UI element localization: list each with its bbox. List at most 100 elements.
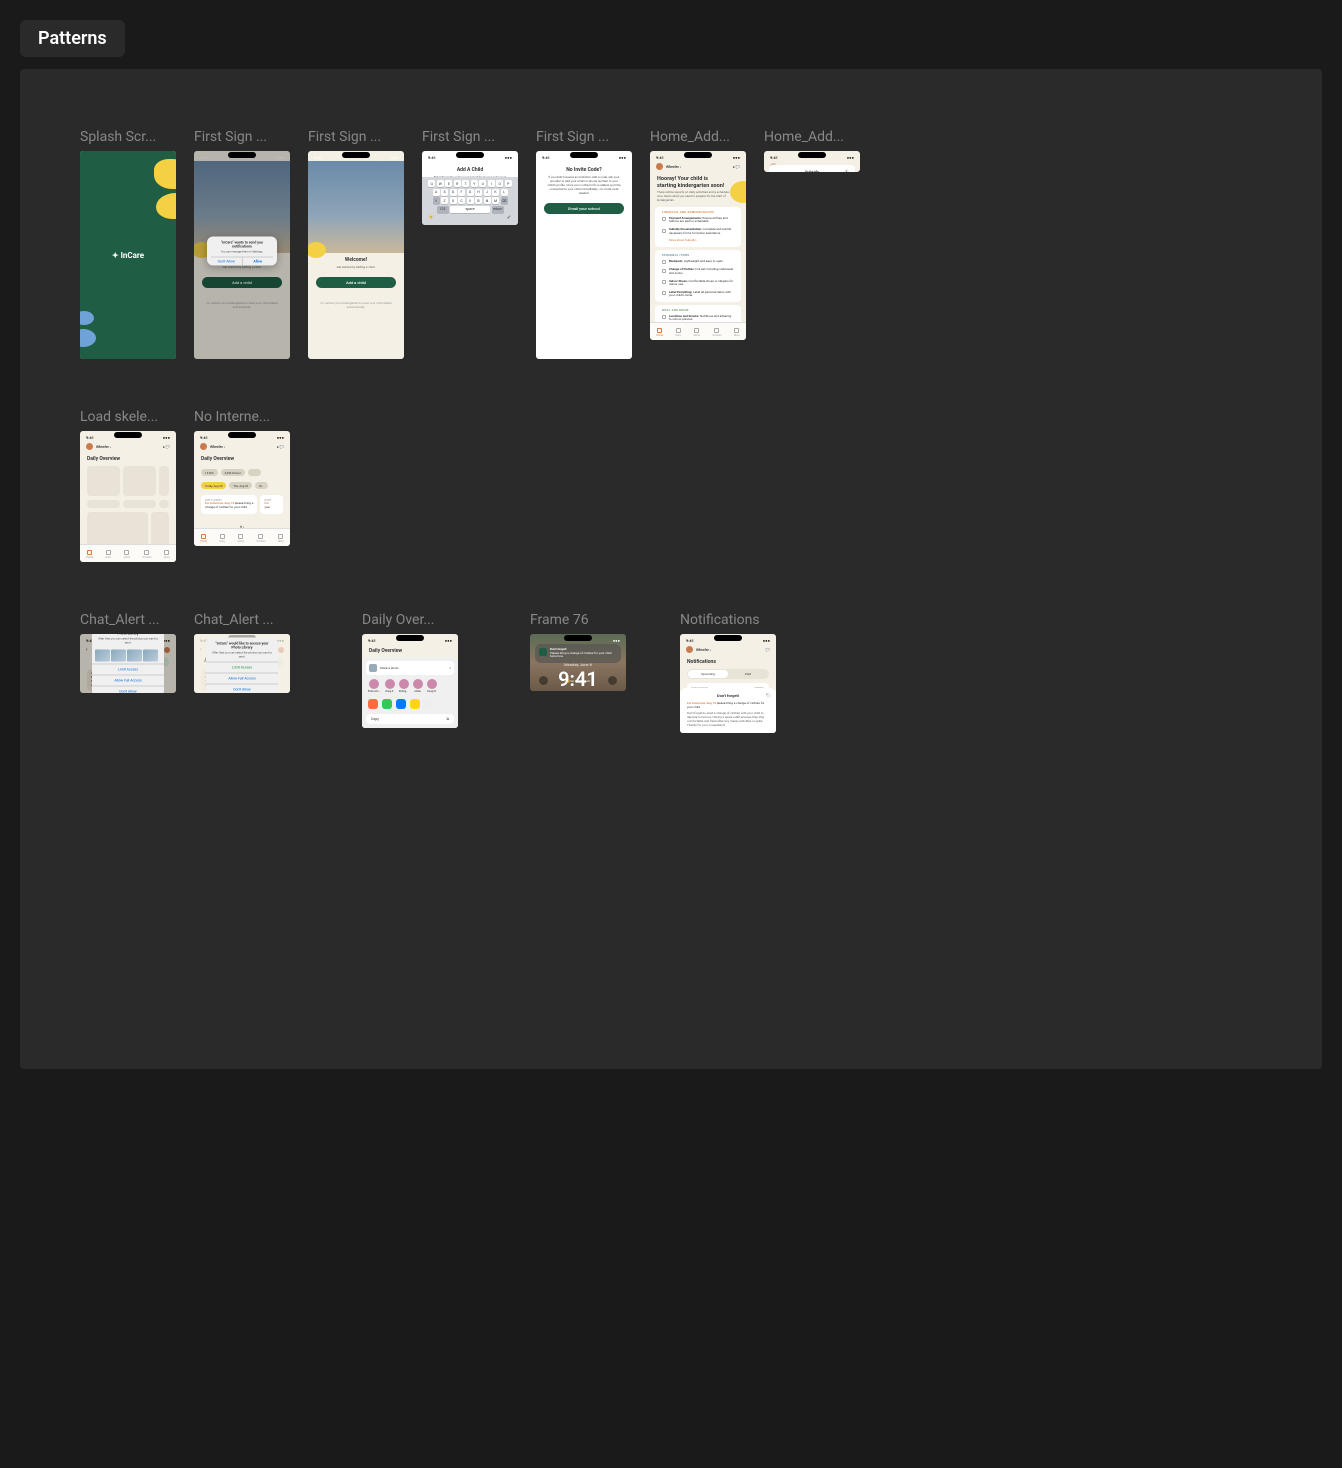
- key-n[interactable]: N: [484, 197, 491, 204]
- key-o[interactable]: O: [496, 180, 503, 187]
- contact[interactable]: Erika Ann...: [368, 679, 381, 693]
- tab-home[interactable]: Home: [86, 550, 93, 559]
- key-h[interactable]: H: [475, 189, 482, 196]
- frame-home-add-2[interactable]: Home_Add... 9:41●●● Wheeler › Subsidy× S…: [764, 129, 860, 172]
- key-s[interactable]: S: [441, 189, 448, 196]
- tab-home[interactable]: Home: [200, 534, 207, 543]
- key-r[interactable]: R: [454, 180, 461, 187]
- close-icon[interactable]: ×: [844, 169, 849, 172]
- key-d[interactable]: D: [450, 189, 457, 196]
- frame-daily-share[interactable]: Daily Over... 9:41●●● Daily Overview Tod…: [362, 612, 458, 728]
- frame-skeleton[interactable]: Load skele... 9:41●●● Wheeler ›● 💬 Daily…: [80, 409, 176, 562]
- frame-76[interactable]: Frame 76 ●●● Monday, June 6 9:41 Don't f…: [530, 612, 626, 691]
- key-l[interactable]: L: [501, 189, 508, 196]
- app-icon[interactable]: [368, 699, 378, 709]
- lock-notification[interactable]: Don't forget!Please bring a change of cl…: [535, 644, 621, 663]
- key-c[interactable]: C: [458, 197, 465, 204]
- frame-chat-alert-2[interactable]: Chat_Alert ... 9:41●●● ‹Admin She's so e…: [194, 612, 290, 693]
- key-i[interactable]: I: [488, 180, 495, 187]
- tab-upcoming[interactable]: Upcoming: [688, 670, 728, 678]
- key-y[interactable]: Y: [471, 180, 478, 187]
- key-j[interactable]: J: [484, 189, 491, 196]
- day-chip[interactable]: Thu, Aug 29: [229, 482, 252, 489]
- phone-dailyshare: 9:41●●● Daily Overview Today, Aug 30 Sha…: [362, 634, 458, 728]
- frame-signin-1[interactable]: First Sign ... 9:41●●● Welcome! Get star…: [194, 129, 290, 359]
- key-w[interactable]: W: [437, 180, 444, 187]
- tab-home[interactable]: Home: [656, 328, 663, 337]
- keyboard[interactable]: QWERTYUIOP ASDFGHJKL ⇧ZXCVBNM⌫ 123spacer…: [422, 177, 518, 225]
- tab-alerts[interactable]: Alerts: [237, 534, 244, 543]
- key-k[interactable]: K: [492, 189, 499, 196]
- frame-label: Splash Scr...: [80, 129, 176, 147]
- app-icon[interactable]: [396, 699, 406, 709]
- tab-alerts[interactable]: Alerts: [123, 550, 130, 559]
- contact[interactable]: Rodrig...: [399, 679, 409, 693]
- app-icon[interactable]: [382, 699, 392, 709]
- phone-splash: ✦ InCare: [80, 151, 176, 359]
- alert-allow[interactable]: Allow: [243, 257, 274, 265]
- checklist-item[interactable]: Backpack: Lightweight and easy to open.: [655, 258, 741, 267]
- camera-icon[interactable]: [608, 676, 617, 685]
- frame-chat-alert-1[interactable]: Chat_Alert ... 9:41●●● ‹Admin She's so e…: [80, 612, 176, 693]
- key-t[interactable]: T: [462, 180, 469, 187]
- canvas: Splash Scr... ✦ InCare First Sign ... 9:…: [20, 69, 1322, 1069]
- frame-no-invite[interactable]: First Sign ... 9:41●●● No Invite Code? I…: [536, 129, 632, 359]
- tab-daily[interactable]: Daily: [106, 550, 111, 559]
- add-child-button[interactable]: Add a child: [316, 277, 396, 288]
- checklist-item[interactable]: More about Subsidy ›: [655, 237, 741, 245]
- tab-daily[interactable]: Daily: [676, 328, 681, 337]
- frame-signin-2[interactable]: First Sign ... 9:41●●● Welcome! Get star…: [308, 129, 404, 359]
- key-q[interactable]: Q: [428, 180, 435, 187]
- tab-schedul[interactable]: Schedul: [713, 328, 722, 337]
- frame-no-internet[interactable]: No Interne... 9:41●●● Wheeler ›● 💬 Daily…: [194, 409, 290, 546]
- frame-home-add-1[interactable]: Home_Add... 9:41●●● Wheeler ›● 💬 Hooray!…: [650, 129, 746, 340]
- tab-more[interactable]: More: [734, 328, 740, 337]
- flashlight-icon[interactable]: [539, 676, 548, 685]
- key-u[interactable]: U: [479, 180, 486, 187]
- key-a[interactable]: A: [433, 189, 440, 196]
- contact[interactable]: Doug M: [427, 679, 437, 693]
- app-icon[interactable]: [424, 699, 434, 709]
- contact[interactable]: Doug K: [385, 679, 395, 693]
- checklist-item[interactable]: Indoor Shoes: Comfortable shoes or slipp…: [655, 278, 741, 289]
- checklist-item[interactable]: Change of Clothes: Full set, including u…: [655, 266, 741, 277]
- checklist-item[interactable]: Payment Arrangements: Ensure all fees an…: [655, 215, 741, 226]
- contact[interactable]: Addie: [413, 679, 423, 693]
- frame-notifications[interactable]: Notifications 9:41●●● Wheeler ›💬 Notific…: [680, 612, 776, 733]
- key-b[interactable]: B: [475, 197, 482, 204]
- avatar[interactable]: [656, 163, 663, 170]
- key-x[interactable]: X: [450, 197, 457, 204]
- limit-access-button[interactable]: Limit Access: [92, 664, 164, 675]
- frame-splash[interactable]: Splash Scr... ✦ InCare: [80, 129, 176, 359]
- day-chip[interactable]: W...: [255, 482, 268, 489]
- phone-nointernet: 9:41●●● Wheeler ›● 💬 Daily Overview 14:3…: [194, 431, 290, 546]
- allow-full-access-button[interactable]: Allow Full Access: [92, 675, 164, 686]
- close-icon[interactable]: ×: [766, 693, 771, 698]
- day-chip[interactable]: Today, Aug 30: [201, 482, 226, 489]
- copy-button[interactable]: Copy⧉: [366, 714, 454, 724]
- tab-schedul[interactable]: Schedul: [143, 550, 152, 559]
- frame-label: Home_Add...: [764, 129, 860, 147]
- tab-daily[interactable]: Daily: [220, 534, 225, 543]
- alert-dont-allow[interactable]: Don't Allow: [211, 257, 243, 265]
- close-icon[interactable]: ×: [449, 666, 451, 670]
- key-g[interactable]: G: [467, 189, 474, 196]
- key-v[interactable]: V: [467, 197, 474, 204]
- email-school-button[interactable]: Email your school: [544, 203, 624, 214]
- app-icon[interactable]: [410, 699, 420, 709]
- key-p[interactable]: P: [505, 180, 512, 187]
- tab-alerts[interactable]: Alerts: [693, 328, 700, 337]
- key-z[interactable]: Z: [441, 197, 448, 204]
- tab-more[interactable]: More: [164, 550, 170, 559]
- frame-label: Notifications: [680, 612, 776, 630]
- key-m[interactable]: M: [492, 197, 499, 204]
- dont-allow-button[interactable]: Don't Allow: [92, 686, 164, 693]
- key-e[interactable]: E: [445, 180, 452, 187]
- tab-more[interactable]: More: [278, 534, 284, 543]
- key-f[interactable]: F: [458, 189, 465, 196]
- frame-add-child[interactable]: First Sign ... 9:41●●● Add A Child Enter…: [422, 129, 518, 225]
- tab-schedul[interactable]: Schedul: [257, 534, 266, 543]
- checklist-item[interactable]: Subsidy Documentation: Complete and subm…: [655, 226, 741, 237]
- checklist-item[interactable]: Label Everything: Label all personal ite…: [655, 289, 741, 300]
- tab-past[interactable]: Past: [728, 670, 768, 678]
